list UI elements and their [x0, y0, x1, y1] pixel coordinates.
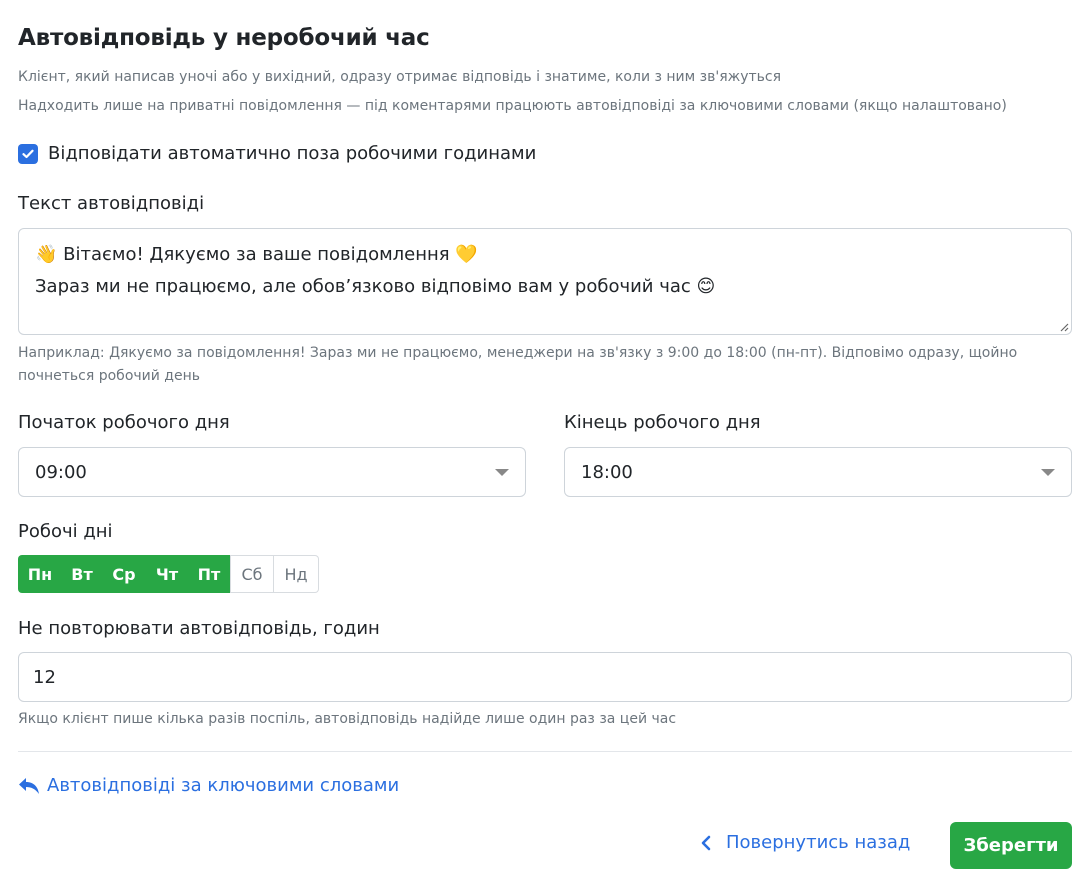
repeat-hours-value: 12	[33, 666, 56, 688]
keyword-autoreplies-link[interactable]: Автовідповіді за ключовими словами	[18, 775, 399, 796]
keyword-autoreplies-label: Автовідповіді за ключовими словами	[47, 775, 400, 796]
description-line-2: Надходить лише на приватні повідомлення …	[18, 98, 1007, 114]
reply-text-hint: Наприклад: Дякуємо за повідомлення! Зара…	[18, 342, 1017, 388]
reply-arrow-icon	[19, 777, 39, 794]
day-toggle-mon[interactable]: Пн	[18, 555, 62, 593]
work-start-select[interactable]: 09:00	[18, 447, 526, 497]
reply-text-label: Текст автовідповіді	[18, 193, 205, 214]
page-title: Автовідповідь у неробочий час	[18, 25, 430, 51]
chevron-down-icon	[1041, 468, 1055, 476]
reply-text-hint-line-2: почнеться робочий день	[18, 368, 200, 384]
work-days-toggle-group: Пн Вт Ср Чт Пт Сб Нд	[18, 555, 319, 593]
day-toggle-tue[interactable]: Вт	[62, 555, 102, 593]
resize-handle-icon[interactable]	[1059, 322, 1069, 332]
chevron-left-icon	[701, 835, 711, 850]
reply-text-line-1: 👋 Вітаємо! Дякуємо за ваше повідомлення …	[35, 244, 478, 265]
repeat-hours-hint: Якщо клієнт пише кілька разів поспіль, а…	[18, 711, 677, 727]
day-toggle-fri[interactable]: Пт	[188, 555, 230, 593]
back-button[interactable]: Повернутись назад	[700, 832, 910, 853]
work-start-value: 09:00	[35, 461, 87, 483]
reply-text-area[interactable]: 👋 Вітаємо! Дякуємо за ваше повідомлення …	[18, 228, 1072, 335]
day-toggle-sun[interactable]: Нд	[274, 555, 319, 593]
day-toggle-sat[interactable]: Сб	[230, 555, 274, 593]
enable-autoreply-row[interactable]: Відповідати автоматично поза робочими го…	[18, 143, 536, 164]
work-end-select[interactable]: 18:00	[564, 447, 1072, 497]
repeat-hours-input[interactable]: 12	[18, 652, 1072, 702]
enable-autoreply-checkbox[interactable]	[18, 143, 38, 164]
reply-text-line-2: Зараз ми не працюємо, але обов’язково ві…	[35, 276, 716, 297]
section-divider	[18, 751, 1072, 752]
autoreply-settings-card: Автовідповідь у неробочий час Клієнт, як…	[0, 0, 1090, 889]
enable-autoreply-label: Відповідати автоматично поза робочими го…	[48, 143, 537, 164]
work-days-label: Робочі дні	[18, 521, 113, 542]
day-toggle-wed[interactable]: Ср	[102, 555, 146, 593]
back-button-label: Повернутись назад	[726, 832, 911, 853]
chevron-down-icon	[495, 468, 509, 476]
day-toggle-thu[interactable]: Чт	[146, 555, 188, 593]
work-start-label: Початок робочого дня	[18, 412, 230, 433]
reply-text-hint-line-1: Наприклад: Дякуємо за повідомлення! Зара…	[18, 345, 1018, 361]
work-end-label: Кінець робочого дня	[564, 412, 761, 433]
repeat-hours-label: Не повторювати автовідповідь, годин	[18, 618, 380, 639]
work-end-value: 18:00	[581, 461, 633, 483]
description-line-1: Клієнт, який написав уночі або у вихідни…	[18, 69, 782, 85]
checkmark-icon	[22, 149, 34, 158]
save-button[interactable]: Зберегти	[950, 822, 1072, 869]
